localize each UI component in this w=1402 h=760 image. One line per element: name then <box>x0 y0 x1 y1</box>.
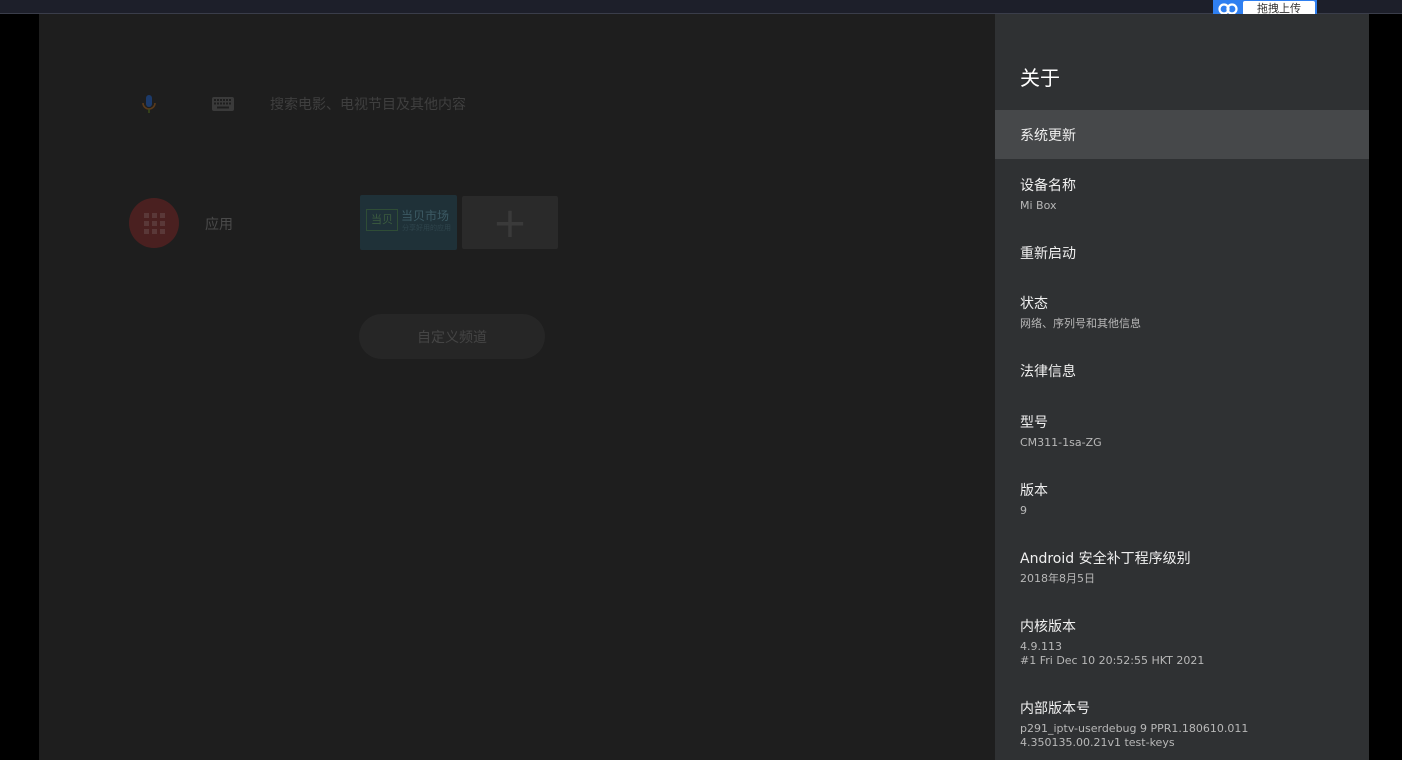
settings-item-title: 重新启动 <box>1020 246 1076 262</box>
apps-grid-icon[interactable] <box>129 198 179 248</box>
about-settings-panel: 关于 系统更新 设备名称 Mi Box 重新启动 状态 网络、序列号和其他信息 … <box>995 14 1369 760</box>
settings-item-value: CM311-1sa-ZG <box>1020 436 1102 449</box>
settings-item-security-patch[interactable]: Android 安全补丁程序级别 2018年8月5日 <box>995 538 1369 594</box>
search-placeholder[interactable]: 搜索电影、电视节目及其他内容 <box>270 94 466 114</box>
tv-home-screen: 搜索电影、电视节目及其他内容 应用 当贝 当贝市场 分享好用的应用 + 自定义频… <box>39 14 995 760</box>
settings-item-value: 4.9.113 <box>1020 640 1062 653</box>
settings-item-title: 型号 <box>1020 415 1048 431</box>
settings-item-system-update[interactable]: 系统更新 <box>995 110 1369 159</box>
window-top-bar <box>0 0 1402 14</box>
settings-item-value-line2: #1 Fri Dec 10 20:52:55 HKT 2021 <box>1020 654 1205 667</box>
settings-item-title: 系统更新 <box>1020 128 1076 144</box>
settings-item-restart[interactable]: 重新启动 <box>995 234 1369 274</box>
settings-item-model[interactable]: 型号 CM311-1sa-ZG <box>995 402 1369 458</box>
settings-item-build-number[interactable]: 内部版本号 p291_iptv-userdebug 9 PPR1.180610.… <box>995 688 1369 760</box>
microphone-icon[interactable] <box>137 92 161 116</box>
settings-item-device-name[interactable]: 设备名称 Mi Box <box>995 164 1369 220</box>
dangbei-logo-icon: 当贝 <box>366 209 398 231</box>
settings-item-title: Android 安全补丁程序级别 <box>1020 551 1191 567</box>
app-tile-subtitle: 分享好用的应用 <box>402 224 451 232</box>
settings-item-value: 2018年8月5日 <box>1020 572 1095 585</box>
custom-channels-button[interactable]: 自定义频道 <box>359 314 545 359</box>
apps-row-label: 应用 <box>205 217 233 233</box>
settings-item-value: Mi Box <box>1020 199 1057 212</box>
app-tile-name: 当贝市场 <box>401 209 450 223</box>
settings-item-value: p291_iptv-userdebug 9 PPR1.180610.011 <box>1020 722 1249 735</box>
settings-item-title: 内部版本号 <box>1020 701 1090 717</box>
settings-item-kernel-version[interactable]: 内核版本 4.9.113 #1 Fri Dec 10 20:52:55 HKT … <box>995 606 1369 676</box>
settings-item-title: 版本 <box>1020 483 1048 499</box>
settings-item-legal[interactable]: 法律信息 <box>995 352 1369 392</box>
right-letterbox <box>1369 14 1402 760</box>
settings-item-status[interactable]: 状态 网络、序列号和其他信息 <box>995 284 1369 340</box>
keyboard-icon[interactable] <box>211 94 237 114</box>
panel-title: 关于 <box>1020 66 1060 90</box>
settings-item-title: 设备名称 <box>1020 178 1076 194</box>
settings-item-version[interactable]: 版本 9 <box>995 470 1369 526</box>
settings-item-value: 9 <box>1020 504 1027 517</box>
app-tile-dangbei[interactable]: 当贝 当贝市场 分享好用的应用 <box>360 195 457 250</box>
add-app-tile[interactable]: + <box>462 196 558 249</box>
settings-item-value: 网络、序列号和其他信息 <box>1020 317 1141 330</box>
settings-item-title: 状态 <box>1020 296 1048 312</box>
settings-item-title: 内核版本 <box>1020 619 1076 635</box>
settings-item-value-line2: 4.350135.00.21v1 test-keys <box>1020 736 1175 749</box>
plus-icon: + <box>492 197 528 247</box>
settings-item-title: 法律信息 <box>1020 364 1076 380</box>
